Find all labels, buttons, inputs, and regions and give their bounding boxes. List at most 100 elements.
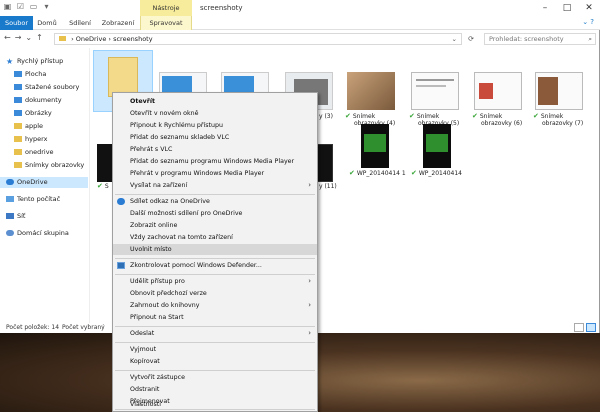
minimize-icon[interactable]: –	[534, 0, 556, 16]
menu-item-label: Sdílet odkaz na OneDrive	[130, 198, 210, 205]
menu-item-label: Přidat do seznamu programu Windows Media…	[130, 158, 295, 165]
sidebar-item-label: hyperx	[25, 135, 48, 143]
address-input[interactable]: › OneDrive › screenshoty ⌄	[54, 33, 462, 45]
file-image	[108, 57, 138, 97]
menu-item-dalsi-moznosti-sdileni-pro-onedrive[interactable]: Další možnosti sdílení pro OneDrive	[113, 208, 317, 219]
search-input[interactable]: Prohledat: screenshoty ⌕	[484, 33, 596, 45]
menu-item-vyjmout[interactable]: Vyjmout	[113, 344, 317, 355]
menu-item-prehrat-s-vlc[interactable]: Přehrát s VLC	[113, 144, 317, 155]
tab-file[interactable]: Soubor	[0, 16, 33, 30]
details-view-icon[interactable]	[574, 323, 584, 332]
history-dropdown-icon[interactable]: ⌄	[25, 33, 32, 42]
file-label: ✔ WP_20140414	[411, 170, 471, 178]
menu-item-prehrat-v-programu-windows-media-player[interactable]: Přehrát v programu Windows Media Player	[113, 168, 317, 179]
ribbon-tabs: Soubor Domů Sdílení Zobrazení Spravovat …	[0, 16, 600, 30]
menu-item-label: Otevřít v novém okně	[130, 110, 199, 117]
menu-item-label: Zkontrolovat pomocí Windows Defender...	[130, 262, 262, 269]
refresh-icon[interactable]: ⟳	[464, 33, 478, 45]
close-icon[interactable]: ✕	[578, 0, 600, 16]
menu-item-label: Další možnosti sdílení pro OneDrive	[130, 210, 243, 217]
sidebar-item-sn-mky-obrazovky[interactable]: Snímky obrazovky	[0, 160, 88, 171]
menu-item-zkontrolovat-pomoci-windows-defender[interactable]: Zkontrolovat pomocí Windows Defender...	[113, 260, 317, 271]
menu-item-otevrit[interactable]: Otevřít	[113, 96, 317, 107]
file-thumb[interactable]	[535, 72, 583, 110]
sidebar-item-plocha[interactable]: Plocha	[0, 69, 88, 80]
file-thumb[interactable]	[474, 72, 522, 110]
file-thumb[interactable]	[423, 124, 451, 168]
maximize-icon[interactable]: □	[556, 0, 578, 16]
homegroup-icon	[6, 230, 14, 236]
tab-manage[interactable]: Spravovat	[140, 16, 192, 30]
file-thumb[interactable]	[411, 72, 459, 110]
menu-item-otevrit-v-novem-okne[interactable]: Otevřít v novém okně	[113, 108, 317, 119]
sidebar-item-sta-en-soubory[interactable]: Stažené soubory	[0, 82, 88, 93]
tab-home[interactable]: Domů	[36, 16, 58, 30]
sidebar-item-label: OneDrive	[17, 178, 48, 186]
folder-yellow-icon	[14, 149, 22, 155]
nav-arrows: ← → ⌄ ↑	[4, 33, 43, 42]
menu-item-vysilat-na-zarizeni[interactable]: Vysílat na zařízení ›	[113, 180, 317, 191]
dropdown-icon[interactable]: ▾	[42, 2, 51, 12]
sidebar-item-dokumenty[interactable]: dokumenty	[0, 95, 88, 106]
menu-item-label: Odeslat	[130, 330, 155, 337]
menu-separator	[115, 258, 315, 259]
menu-item-odeslat[interactable]: Odeslat ›	[113, 328, 317, 339]
menu-item-label: Uvolnit místo	[130, 246, 172, 253]
sidebar-item-label: Plocha	[25, 70, 47, 78]
sidebar-item-hyperx[interactable]: hyperx	[0, 134, 88, 145]
menu-item-obnovit-predchozi-verze[interactable]: Obnovit předchozí verze	[113, 288, 317, 299]
menu-item-kopirovat[interactable]: Kopírovat	[113, 356, 317, 367]
address-dropdown-icon[interactable]: ⌄	[452, 34, 457, 45]
menu-item-vzdy-zachovat-na-tomto-zarizeni[interactable]: Vždy zachovat na tomto zařízení	[113, 232, 317, 243]
menu-item-label: Vyjmout	[130, 346, 157, 353]
sidebar-item-onedrive[interactable]: OneDrive	[0, 177, 88, 188]
menu-separator	[115, 409, 315, 410]
menu-item-zobrazit-online[interactable]: Zobrazit online	[113, 220, 317, 231]
sidebar-item-obr-zky[interactable]: Obrázky	[0, 108, 88, 119]
file-thumb[interactable]	[347, 72, 395, 110]
menu-item-pridat-do-seznamu-skladeb-vlc[interactable]: Přidat do seznamu skladeb VLC	[113, 132, 317, 143]
breadcrumb-onedrive[interactable]: OneDrive	[76, 35, 107, 43]
tab-view[interactable]: Zobrazení	[101, 16, 135, 30]
sidebar-item-label: onedrive	[25, 148, 54, 156]
menu-item-label: Vytvořit zástupce	[130, 374, 185, 381]
sidebar-item-label: Snímky obrazovky	[25, 161, 85, 169]
sidebar-item-label: Domácí skupina	[17, 229, 69, 237]
forward-icon[interactable]: →	[15, 33, 22, 42]
new-folder-icon[interactable]: ▭	[29, 2, 38, 12]
large-icons-view-icon[interactable]	[586, 323, 596, 332]
menu-item-uvolnit-misto[interactable]: Uvolnit místo	[113, 244, 317, 255]
window-title: screenshoty	[200, 4, 243, 12]
view-switcher	[574, 323, 596, 332]
checkbox-icon[interactable]: ☑	[16, 2, 25, 12]
folder-icon	[59, 36, 66, 41]
menu-item-vytvorit-zastupce[interactable]: Vytvořit zástupce	[113, 372, 317, 383]
menu-item-prejmenovat[interactable]: Přejmenovat	[113, 396, 317, 407]
menu-item-udelit-pristup-pro[interactable]: Udělit přístup pro ›	[113, 276, 317, 287]
sync-check-icon: ✔	[349, 169, 355, 177]
properties-icon[interactable]: ▣	[3, 2, 12, 12]
menu-item-sdilet-odkaz-na-onedrive[interactable]: Sdílet odkaz na OneDrive	[113, 196, 317, 207]
quick-access-toolbar: ▣ ☑ ▭ ▾	[3, 2, 51, 12]
sidebar-item-apple[interactable]: apple	[0, 121, 88, 132]
sidebar-item-rychl-p-stup[interactable]: ★ Rychlý přístup	[0, 56, 88, 67]
sidebar-item-tento-po-ta-[interactable]: Tento počítač	[0, 194, 88, 205]
tab-share[interactable]: Sdílení	[66, 16, 94, 30]
breadcrumb-screenshoty[interactable]: screenshoty	[113, 35, 153, 43]
sidebar-item-label: Síť	[17, 212, 26, 220]
menu-item-pripnout-k-rychlemu-pristupu[interactable]: Připnout k Rychlému přístupu	[113, 120, 317, 131]
up-icon[interactable]: ↑	[36, 33, 43, 42]
sidebar-item-onedrive[interactable]: onedrive	[0, 147, 88, 158]
context-menu: Vlastnosti Otevřít Otevřít v novém okně Př…	[112, 92, 318, 412]
help-icon[interactable]: ⌄ ?	[582, 18, 594, 26]
menu-item-pridat-do-seznamu-programu-windows-media-player[interactable]: Přidat do seznamu programu Windows Media…	[113, 156, 317, 167]
sidebar-item-s-[interactable]: Síť	[0, 211, 88, 222]
menu-item-odstranit[interactable]: Odstranit	[113, 384, 317, 395]
sidebar-item-label: Tento počítač	[17, 195, 61, 203]
menu-separator	[115, 342, 315, 343]
back-icon[interactable]: ←	[4, 33, 11, 42]
menu-item-zahrnout-do-knihovny[interactable]: Zahrnout do knihovny ›	[113, 300, 317, 311]
menu-item-pripnout-na-start[interactable]: Připnout na Start	[113, 312, 317, 323]
file-thumb[interactable]	[361, 124, 389, 168]
sidebar-item-dom-c-skupina[interactable]: Domácí skupina	[0, 228, 88, 239]
